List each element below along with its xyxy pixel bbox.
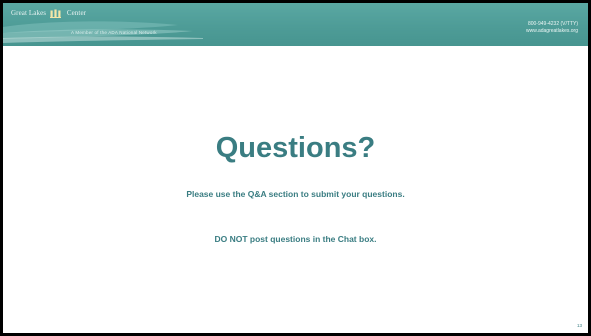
logo-text-left: Great Lakes <box>11 9 47 18</box>
slide-header-banner: Great Lakes Center A Member of the ADA N… <box>3 3 588 46</box>
slide-title: Questions? <box>215 132 376 164</box>
logo-tagline: A Member of the ADA National Network <box>71 30 157 35</box>
pillars-logo-icon <box>49 9 61 18</box>
header-wave-decoration <box>3 21 203 43</box>
organization-logo: Great Lakes Center <box>11 9 86 18</box>
phone-number: 800-949-4232 (V/TTY) <box>527 21 578 27</box>
instruction-line-2: DO NOT post questions in the Chat box. <box>214 234 377 244</box>
instruction-line-1: Please use the Q&A section to submit you… <box>186 189 405 199</box>
presentation-slide: Great Lakes Center A Member of the ADA N… <box>3 3 588 333</box>
logo-text-right: Center <box>66 9 87 18</box>
slide-page-number: 13 <box>576 323 582 328</box>
website-link[interactable]: www.adagreatlakes.org <box>526 28 578 35</box>
contact-info: 800-949-4232 (V/TTY) www.adagreatlakes.o… <box>526 21 578 35</box>
